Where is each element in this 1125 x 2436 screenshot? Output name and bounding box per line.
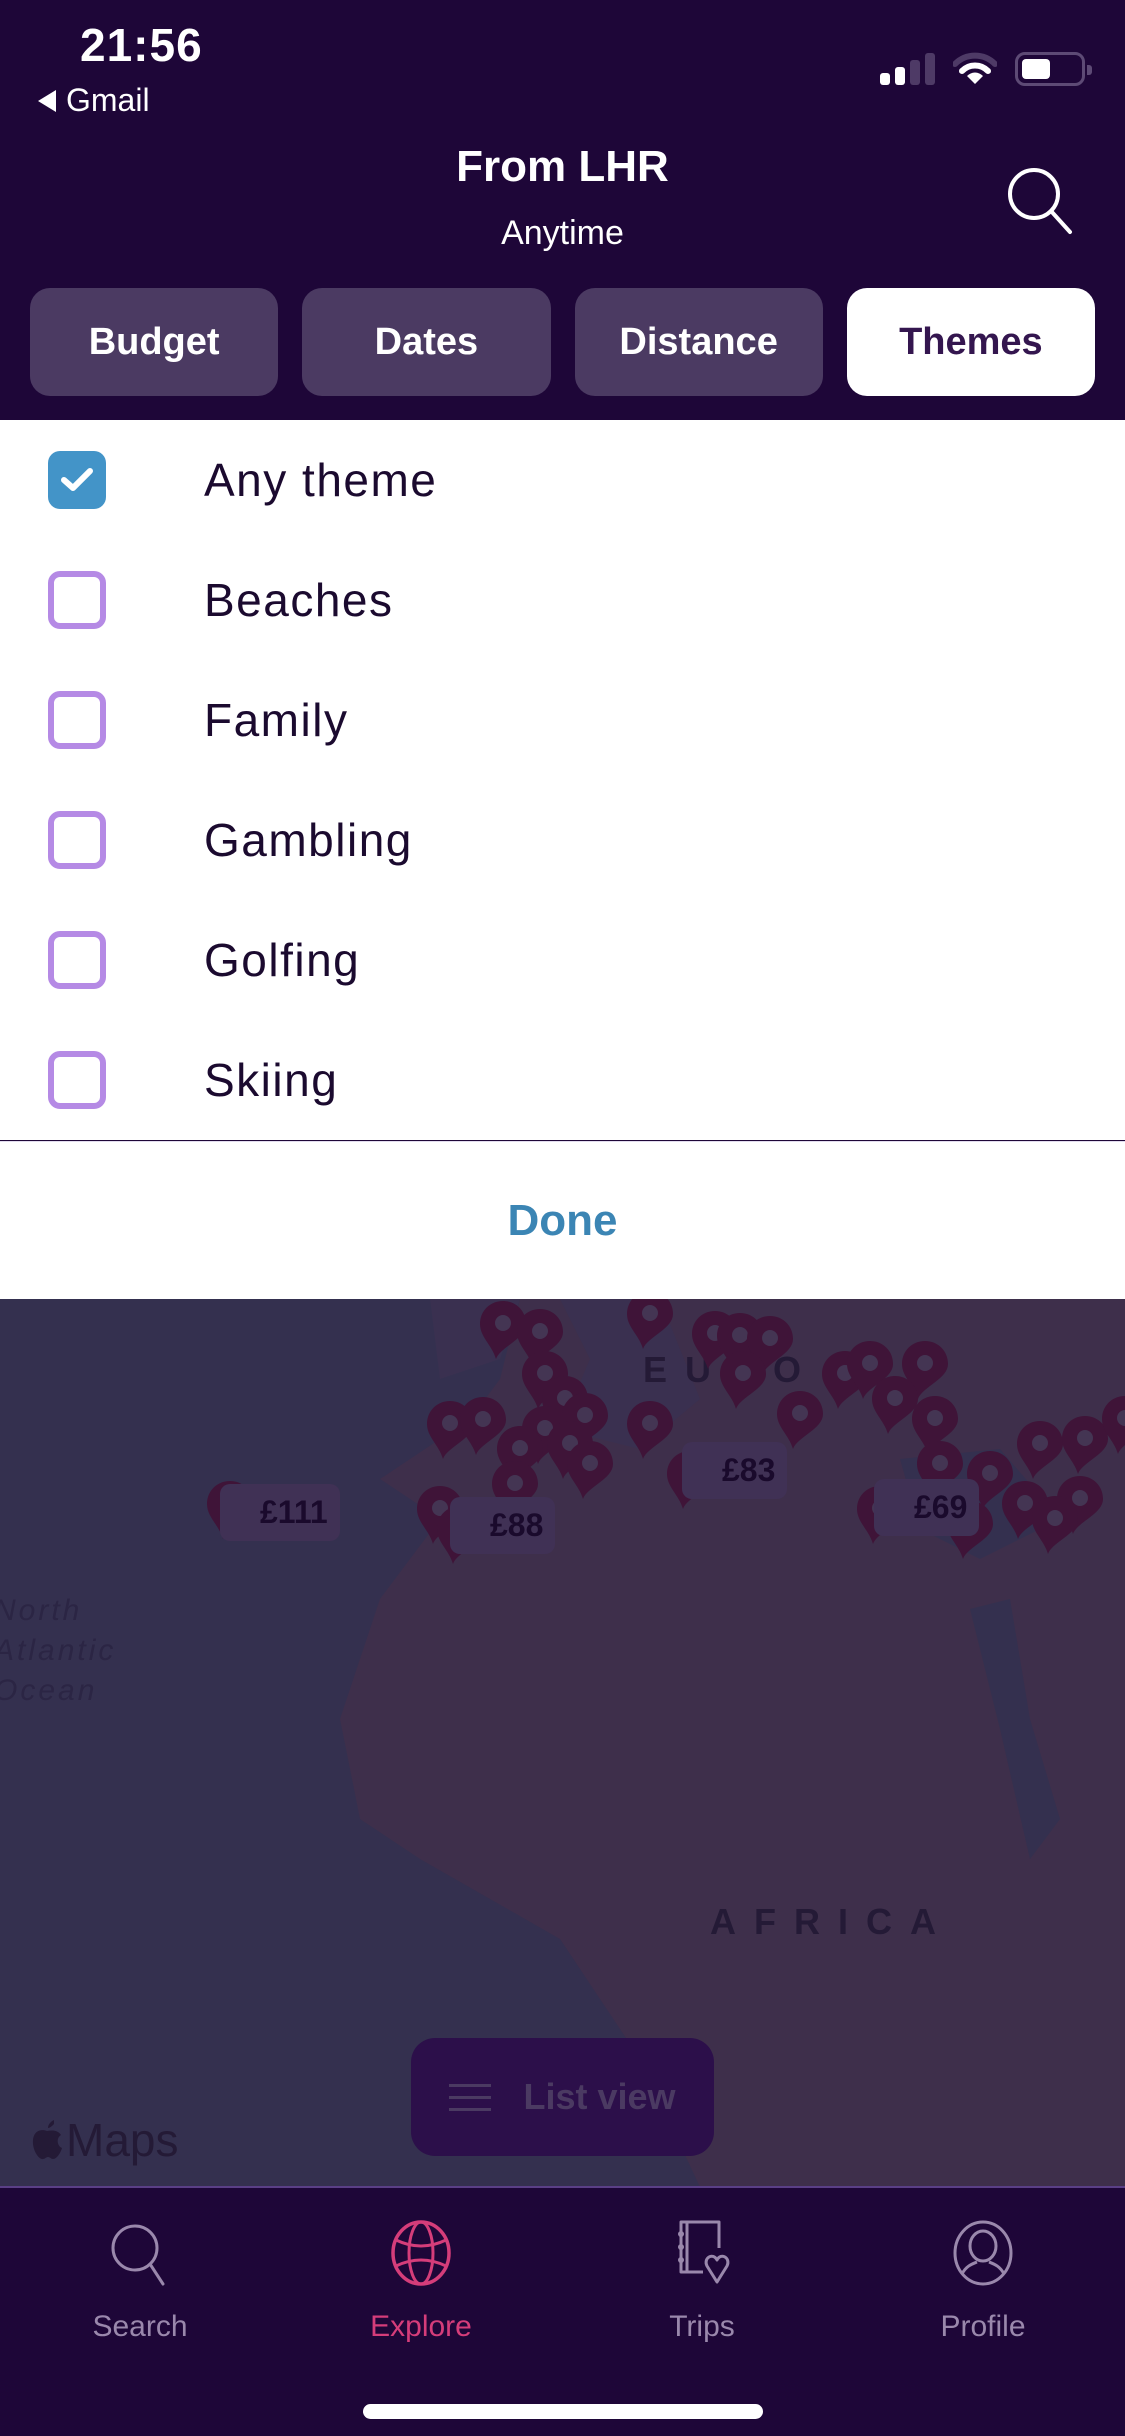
map-label-africa: AFRICA — [710, 1901, 954, 1942]
price-tag[interactable]: £111 — [220, 1484, 340, 1541]
option-label: Beaches — [204, 574, 394, 626]
theme-option-skiing[interactable]: Skiing — [0, 1020, 1125, 1140]
trips-notebook-heart-icon — [678, 2220, 730, 2284]
nav-label: Profile — [940, 2310, 1026, 2343]
date-subtitle[interactable]: Anytime — [0, 214, 1125, 253]
apple-maps-attribution[interactable]: Maps — [30, 2113, 178, 2167]
tab-budget[interactable]: Budget — [30, 288, 279, 396]
map-label-ocean: North Atlantic Ocean — [0, 1594, 117, 1707]
top-header: 21:56 Gmail From LHR Anytime Budget Date… — [0, 0, 1125, 420]
map-pin-icon[interactable] — [625, 1299, 675, 1351]
status-time: 21:56 — [80, 19, 203, 71]
nav-label: Explore — [370, 2310, 472, 2343]
profile-icon — [953, 2220, 1013, 2286]
back-app-label: Gmail — [66, 82, 150, 118]
themes-panel: Any theme Beaches Family Gambling Golfin… — [0, 420, 1125, 1143]
price-tag[interactable]: £88 — [450, 1497, 556, 1554]
checkbox[interactable] — [48, 571, 106, 629]
checkbox[interactable] — [48, 931, 106, 989]
globe-icon — [391, 2220, 451, 2286]
battery-icon — [1015, 52, 1092, 86]
wifi-icon — [953, 52, 997, 84]
home-indicator[interactable] — [363, 2404, 763, 2419]
nav-search[interactable]: Search — [40, 2218, 240, 2344]
theme-option-family[interactable]: Family — [0, 660, 1125, 780]
cellular-signal-icon — [880, 53, 935, 85]
option-label: Skiing — [204, 1054, 339, 1106]
status-icons — [880, 52, 1092, 86]
bottom-nav: Search Explore Trips Profile — [0, 2186, 1125, 2436]
theme-option-golfing[interactable]: Golfing — [0, 900, 1125, 1020]
nav-trips[interactable]: Trips — [602, 2218, 802, 2344]
search-icon[interactable] — [1000, 160, 1080, 240]
checkbox[interactable] — [48, 811, 106, 869]
map-pin-icon[interactable] — [1015, 1419, 1065, 1481]
done-button[interactable]: Done — [508, 1196, 618, 1246]
tab-distance[interactable]: Distance — [574, 288, 823, 396]
list-view-label: List view — [523, 2076, 676, 2117]
theme-option-gambling[interactable]: Gambling — [0, 780, 1125, 900]
checkbox[interactable] — [48, 1051, 106, 1109]
page-title: From LHR — [456, 142, 669, 191]
map-pin-icon[interactable] — [718, 1349, 768, 1411]
nav-label: Search — [92, 2310, 188, 2343]
option-label: Golfing — [204, 934, 361, 986]
checkmark-icon — [61, 468, 93, 491]
option-label: Any theme — [204, 454, 438, 506]
list-icon — [449, 2083, 492, 2111]
list-view-button[interactable]: List view — [411, 2038, 714, 2156]
price-tag[interactable]: £69 — [874, 1479, 980, 1536]
checkbox-checked[interactable] — [48, 451, 106, 509]
back-to-gmail-link[interactable]: Gmail — [38, 82, 150, 119]
tab-dates[interactable]: Dates — [302, 288, 551, 396]
back-triangle-icon — [38, 89, 56, 112]
map-pin-icon[interactable] — [775, 1389, 825, 1451]
option-label: Family — [204, 694, 349, 746]
nav-profile[interactable]: Profile — [883, 2218, 1083, 2344]
nav-label: Trips — [669, 2310, 735, 2343]
search-icon — [111, 2224, 165, 2286]
apple-logo-icon — [32, 2120, 62, 2160]
map-pin-icon[interactable] — [1100, 1394, 1125, 1456]
nav-explore[interactable]: Explore — [321, 2218, 521, 2344]
theme-option-any[interactable]: Any theme — [0, 420, 1125, 540]
map-pin-icon[interactable] — [1030, 1494, 1080, 1556]
checkbox[interactable] — [48, 691, 106, 749]
map-pin-icon[interactable] — [565, 1439, 615, 1501]
tab-themes[interactable]: Themes — [846, 288, 1095, 396]
theme-option-beaches[interactable]: Beaches — [0, 540, 1125, 660]
filter-tabs: Budget Dates Distance Themes — [30, 288, 1095, 396]
done-bar: Done — [0, 1142, 1125, 1299]
option-label: Gambling — [204, 814, 413, 866]
map-view[interactable]: EUROPE AFRICA North Atlantic Ocean £111 … — [0, 1299, 1125, 2187]
price-tag[interactable]: £83 — [682, 1442, 788, 1499]
